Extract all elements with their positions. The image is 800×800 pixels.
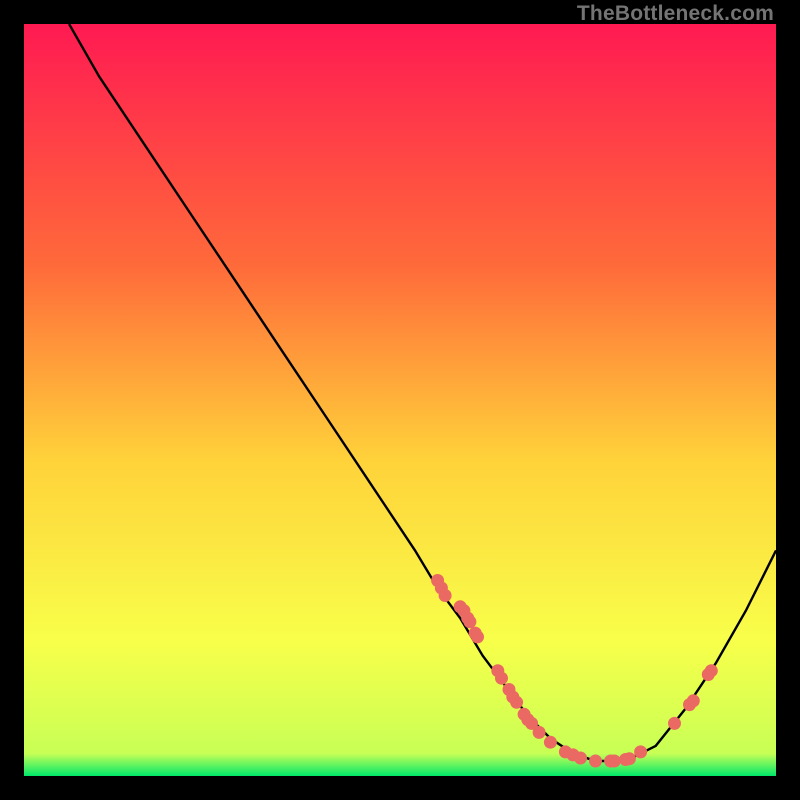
data-point	[544, 736, 557, 749]
data-point	[608, 755, 621, 768]
data-point	[495, 672, 508, 685]
data-point	[705, 664, 718, 677]
chart-frame	[24, 24, 776, 776]
data-point	[668, 717, 681, 730]
watermark-text: TheBottleneck.com	[577, 2, 774, 26]
data-point	[589, 755, 602, 768]
data-point	[463, 615, 476, 628]
data-point	[439, 589, 452, 602]
data-point	[687, 694, 700, 707]
data-point	[471, 630, 484, 643]
data-point	[574, 752, 587, 765]
data-point	[533, 726, 546, 739]
gradient-bg	[24, 24, 776, 776]
bottleneck-chart	[24, 24, 776, 776]
data-point	[510, 696, 523, 709]
data-point	[623, 752, 636, 765]
data-point	[634, 745, 647, 758]
